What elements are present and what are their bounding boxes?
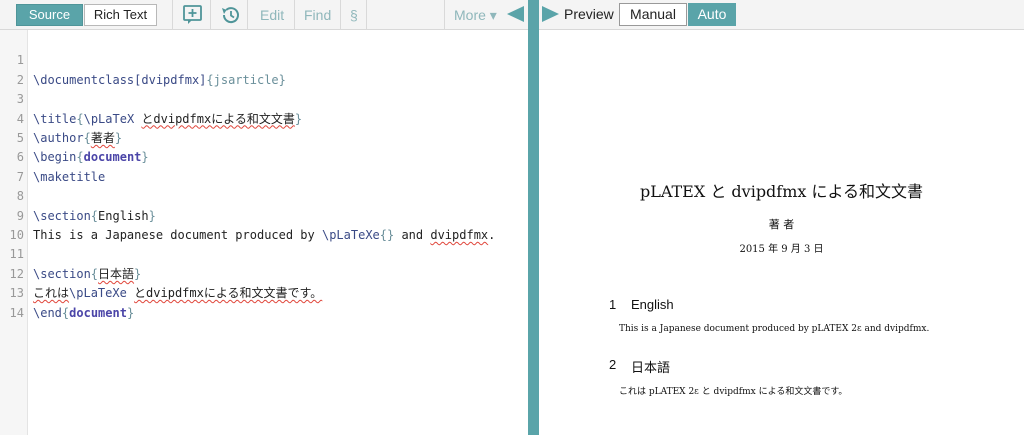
code-line: 10 (0, 207, 528, 242)
document-date: 2015 年 9 月 3 日 (739, 244, 824, 255)
toolbar-divider (172, 0, 173, 30)
tab-auto[interactable]: Auto (688, 3, 736, 26)
section-title: 日本語 (631, 360, 671, 375)
section-button[interactable]: § (350, 4, 358, 26)
code-line: 11 \section{日本語} (0, 226, 528, 280)
toolbar-divider (294, 0, 295, 30)
source-pane: Source Rich Text Edit Find § More ▾ 1 \d… (0, 0, 528, 435)
code-line: 8 \section{English} (0, 168, 528, 222)
code-line: 5 \begin{document} (0, 110, 528, 164)
code-line: 14 (0, 284, 528, 320)
section-body: This is a Japanese document produced by … (619, 324, 930, 334)
environment-name: document (69, 305, 127, 320)
toolbar-divider (366, 0, 367, 30)
code-line: 4 \author{著者} (0, 90, 528, 145)
triangle-right-icon[interactable] (542, 6, 559, 22)
line-number: 14 (9, 305, 24, 320)
rendered-document: pLATEX と dvipdfmx による和文文書 著 者 2015 年 9 月… (539, 30, 1024, 435)
code-editor[interactable]: 1 \documentclass[dvipdfmx]{jsarticle} 2 … (0, 30, 528, 435)
section-number: 1 (609, 297, 617, 312)
edit-menu[interactable]: Edit (260, 4, 284, 26)
tab-source[interactable]: Source (16, 4, 83, 26)
code-line: 9 This is a Japanese document produced b… (0, 187, 528, 242)
code-line: 2 (0, 51, 528, 87)
section-body: これは pLATEX 2ε と dvipdfmx による和文文書です。 (619, 387, 848, 397)
toolbar-divider (247, 0, 248, 30)
toolbar-divider (444, 0, 445, 30)
add-comment-icon[interactable] (180, 4, 206, 26)
toolbar-divider (210, 0, 211, 30)
section-number: 2 (609, 357, 617, 372)
pane-splitter[interactable] (528, 0, 539, 435)
toolbar-divider (340, 0, 341, 30)
preview-label: Preview (564, 6, 614, 22)
document-title: pLATEX と dvipdfmx による和文文書 (639, 182, 924, 201)
code-line: 13 \end{document} (0, 265, 528, 319)
tab-rich-text[interactable]: Rich Text (84, 4, 157, 26)
editor-toolbar: Source Rich Text Edit Find § More ▾ (0, 0, 528, 30)
section-title: English (631, 297, 674, 312)
code-line: 12 これは\pLaTeXe とdvipdfmxによる和文文書です。 (0, 245, 528, 300)
history-icon[interactable] (217, 4, 243, 26)
code-line: 1 \documentclass[dvipdfmx]{jsarticle} (0, 32, 528, 86)
preview-pane: Preview Manual Auto pLATEX と dvipdfmx によ… (539, 0, 1024, 435)
code-line: 7 (0, 148, 528, 184)
document-author: 著 者 (768, 218, 795, 231)
find-menu[interactable]: Find (304, 4, 331, 26)
preview-toolbar: Preview Manual Auto (539, 0, 1024, 30)
triangle-left-icon[interactable] (507, 6, 524, 22)
tab-manual[interactable]: Manual (619, 3, 687, 26)
more-menu[interactable]: More ▾ (454, 4, 497, 26)
code-line: 3 \title{\pLaTeX とdvipdfmxによる和文文書} (0, 71, 528, 125)
code-line: 6 \maketitle (0, 129, 528, 183)
